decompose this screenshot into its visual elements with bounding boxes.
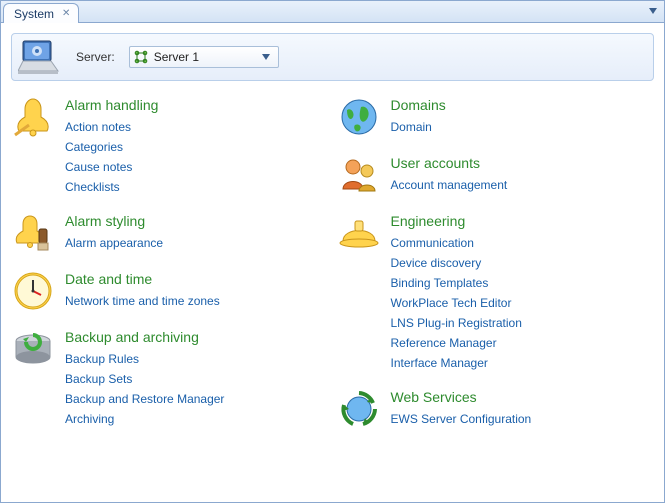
hardhat-icon (337, 211, 381, 255)
section-body: Alarm handling Action notesCategoriesCaus… (65, 95, 329, 197)
server-header-card: Server: Server 1 (11, 33, 654, 81)
section-backup-and-archiving: Backup and archiving Backup RulesBackup S… (11, 327, 329, 429)
link-categories[interactable]: Categories (65, 137, 329, 157)
link-account-management[interactable]: Account management (391, 175, 655, 195)
section-title[interactable]: Alarm handling (65, 97, 329, 113)
section-body: Domains Domain (391, 95, 655, 139)
section-body: Backup and archiving Backup RulesBackup S… (65, 327, 329, 429)
section-title[interactable]: Date and time (65, 271, 329, 287)
tab-bar: System ✕ (1, 1, 664, 23)
section-date-and-time: Date and time Network time and time zones (11, 269, 329, 313)
tab-system[interactable]: System ✕ (3, 3, 79, 23)
section-title[interactable]: Backup and archiving (65, 329, 329, 345)
network-icon (134, 50, 148, 64)
section-user-accounts: User accounts Account management (337, 153, 655, 197)
link-binding-templates[interactable]: Binding Templates (391, 273, 655, 293)
link-ews-server-configuration[interactable]: EWS Server Configuration (391, 409, 655, 429)
backup-icon (11, 327, 55, 371)
link-workplace-tech-editor[interactable]: WorkPlace Tech Editor (391, 293, 655, 313)
tab-menu-button[interactable] (646, 4, 660, 18)
link-cause-notes[interactable]: Cause notes (65, 157, 329, 177)
section-body: Web Services EWS Server Configuration (391, 387, 655, 431)
section-domains: Domains Domain (337, 95, 655, 139)
section-web-services: Web Services EWS Server Configuration (337, 387, 655, 431)
link-archiving[interactable]: Archiving (65, 409, 329, 429)
bell-brush-icon (11, 211, 55, 255)
left-column: Alarm handling Action notesCategoriesCaus… (11, 95, 329, 445)
panel-body: Server: Server 1 Alarm hand (1, 23, 664, 502)
globe-icon (337, 95, 381, 139)
section-body: Engineering CommunicationDevice discovery… (391, 211, 655, 373)
users-icon (337, 153, 381, 197)
link-action-notes[interactable]: Action notes (65, 117, 329, 137)
link-communication[interactable]: Communication (391, 233, 655, 253)
recycle-icon (337, 387, 381, 431)
section-body: Alarm styling Alarm appearance (65, 211, 329, 255)
close-icon[interactable]: ✕ (60, 8, 72, 19)
link-network-time-and-time-zones[interactable]: Network time and time zones (65, 291, 329, 311)
link-domain[interactable]: Domain (391, 117, 655, 137)
chevron-down-icon (649, 8, 657, 14)
section-title[interactable]: Engineering (391, 213, 655, 229)
section-body: Date and time Network time and time zones (65, 269, 329, 313)
link-alarm-appearance[interactable]: Alarm appearance (65, 233, 329, 253)
section-title[interactable]: Web Services (391, 389, 655, 405)
link-device-discovery[interactable]: Device discovery (391, 253, 655, 273)
link-backup-rules[interactable]: Backup Rules (65, 349, 329, 369)
server-select-value: Server 1 (154, 50, 252, 64)
bell-icon (11, 95, 55, 139)
link-backup-sets[interactable]: Backup Sets (65, 369, 329, 389)
section-engineering: Engineering CommunicationDevice discovery… (337, 211, 655, 373)
section-alarm-styling: Alarm styling Alarm appearance (11, 211, 329, 255)
section-title[interactable]: Domains (391, 97, 655, 113)
system-panel: System ✕ Server: (0, 0, 665, 503)
link-reference-manager[interactable]: Reference Manager (391, 333, 655, 353)
link-interface-manager[interactable]: Interface Manager (391, 353, 655, 373)
link-lns-plug-in-registration[interactable]: LNS Plug-in Registration (391, 313, 655, 333)
monitor-gear-icon (18, 37, 62, 77)
server-label: Server: (76, 50, 115, 64)
content-columns: Alarm handling Action notesCategoriesCaus… (11, 95, 654, 445)
section-body: User accounts Account management (391, 153, 655, 197)
chevron-down-icon (258, 54, 274, 60)
tab-label: System (14, 7, 54, 21)
section-title[interactable]: Alarm styling (65, 213, 329, 229)
link-checklists[interactable]: Checklists (65, 177, 329, 197)
section-title[interactable]: User accounts (391, 155, 655, 171)
link-backup-and-restore-manager[interactable]: Backup and Restore Manager (65, 389, 329, 409)
clock-icon (11, 269, 55, 313)
section-alarm-handling: Alarm handling Action notesCategoriesCaus… (11, 95, 329, 197)
right-column: Domains Domain User accounts Account manage… (337, 95, 655, 445)
server-select[interactable]: Server 1 (129, 46, 279, 68)
